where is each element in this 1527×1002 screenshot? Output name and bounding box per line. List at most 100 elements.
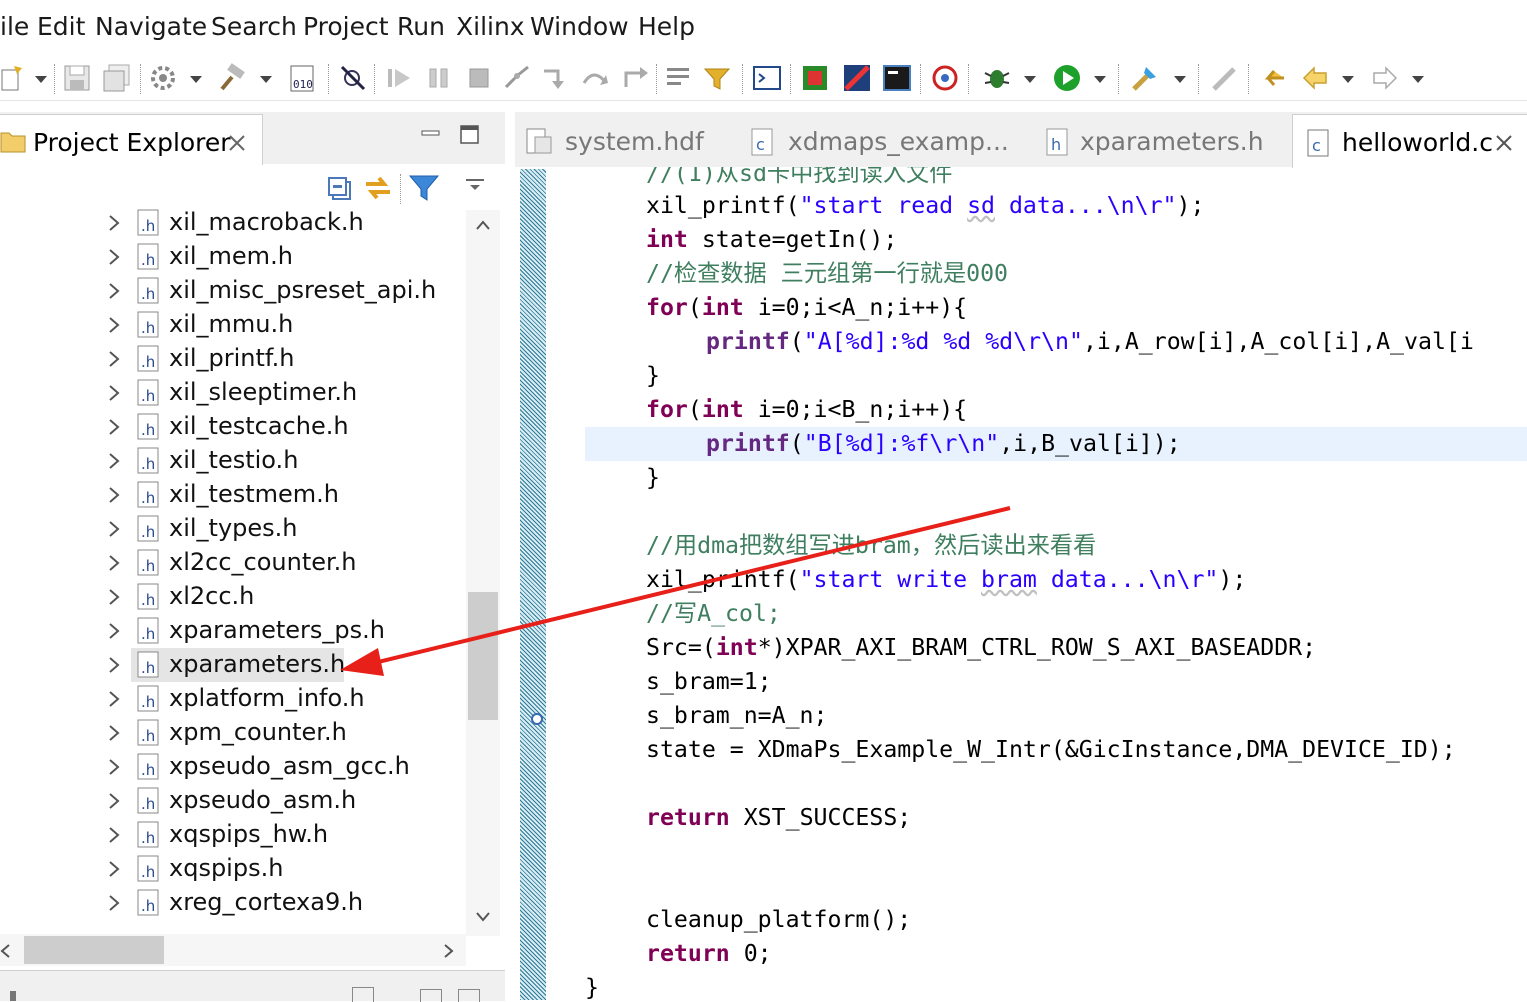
new-dropdown-icon[interactable] bbox=[35, 76, 47, 83]
build-settings-dropdown-icon[interactable] bbox=[190, 76, 202, 83]
pane-control-icon[interactable] bbox=[420, 989, 442, 1002]
step-into-icon[interactable] bbox=[540, 63, 570, 93]
scroll-right-icon[interactable] bbox=[444, 944, 454, 958]
scroll-left-icon[interactable] bbox=[0, 944, 10, 958]
run-dropdown-icon[interactable] bbox=[1094, 76, 1106, 83]
close-icon[interactable] bbox=[226, 132, 248, 154]
minimize-icon[interactable] bbox=[420, 126, 442, 140]
tree-item[interactable]: .h xqspips.h bbox=[0, 852, 470, 886]
tree-item[interactable]: .h xil_misc_psreset_api.h bbox=[0, 274, 470, 308]
skip-breakpoints-icon[interactable] bbox=[338, 63, 368, 93]
filter-icon[interactable] bbox=[408, 174, 440, 202]
disconnect-icon[interactable] bbox=[502, 63, 532, 93]
menu-edit[interactable]: Edit bbox=[37, 12, 85, 41]
tree-item[interactable]: .h xil_types.h bbox=[0, 512, 470, 546]
hscrollbar-thumb[interactable] bbox=[24, 936, 164, 964]
save-all-icon[interactable] bbox=[102, 63, 132, 93]
chevron-right-icon[interactable] bbox=[104, 280, 124, 302]
chevron-right-icon[interactable] bbox=[104, 722, 124, 744]
menu-xilinx[interactable]: Xilinx bbox=[456, 12, 525, 41]
menu-file[interactable]: ile bbox=[0, 12, 29, 41]
chevron-right-icon[interactable] bbox=[104, 756, 124, 778]
tree-item[interactable]: .h xreg_cortexa9.h bbox=[0, 886, 470, 920]
debug-icon[interactable] bbox=[982, 63, 1012, 93]
chevron-right-icon[interactable] bbox=[104, 518, 124, 540]
use-step-filters-icon[interactable] bbox=[702, 63, 732, 93]
back-dropdown-icon[interactable] bbox=[1342, 76, 1354, 83]
external-tools-dropdown-icon[interactable] bbox=[1174, 76, 1186, 83]
chevron-right-icon[interactable] bbox=[104, 620, 124, 642]
binary-icon[interactable]: 010 bbox=[288, 63, 318, 93]
view-menu-icon[interactable] bbox=[464, 178, 486, 192]
forward-dropdown-icon[interactable] bbox=[1412, 76, 1424, 83]
external-tools-icon[interactable] bbox=[1130, 63, 1160, 93]
tree-item[interactable]: .h xil_testcache.h bbox=[0, 410, 470, 444]
tree-item[interactable]: .h xplatform_info.h bbox=[0, 682, 470, 716]
scroll-up-icon[interactable] bbox=[476, 220, 490, 230]
tree-item[interactable]: .h xl2cc.h bbox=[0, 580, 470, 614]
menu-help[interactable]: Help bbox=[638, 12, 695, 41]
chevron-right-icon[interactable] bbox=[104, 824, 124, 846]
save-icon[interactable] bbox=[62, 63, 92, 93]
tree-item[interactable]: .h xil_macroback.h bbox=[0, 206, 470, 240]
tree-item[interactable]: .h xil_testmem.h bbox=[0, 478, 470, 512]
chevron-right-icon[interactable] bbox=[104, 790, 124, 812]
debug-dropdown-icon[interactable] bbox=[1024, 76, 1036, 83]
scrollbar-thumb[interactable] bbox=[468, 592, 498, 720]
chevron-right-icon[interactable] bbox=[104, 450, 124, 472]
chevron-right-icon[interactable] bbox=[104, 688, 124, 710]
tree-item[interactable]: .h xqspips_hw.h bbox=[0, 818, 470, 852]
tab-xparameters-h[interactable]: h xparameters.h bbox=[1045, 114, 1285, 167]
tree-item[interactable]: .h xpseudo_asm.h bbox=[0, 784, 470, 818]
tree-item[interactable]: .h xil_testio.h bbox=[0, 444, 470, 478]
chevron-right-icon[interactable] bbox=[104, 382, 124, 404]
tab-system-hdf[interactable]: system.hdf bbox=[515, 114, 720, 167]
chevron-right-icon[interactable] bbox=[104, 314, 124, 336]
build-icon[interactable] bbox=[216, 63, 246, 93]
launch-icon[interactable] bbox=[930, 63, 960, 93]
back-icon[interactable] bbox=[1300, 63, 1330, 93]
program-fpga-icon[interactable] bbox=[800, 63, 830, 93]
menu-navigate[interactable]: Navigate bbox=[95, 12, 207, 41]
link-with-editor-icon[interactable] bbox=[362, 172, 394, 204]
chevron-right-icon[interactable] bbox=[104, 892, 124, 914]
last-edit-icon[interactable] bbox=[1258, 63, 1288, 93]
tab-xdmaps-example[interactable]: c xdmaps_examp... bbox=[750, 114, 1010, 167]
terminal-icon[interactable] bbox=[882, 63, 912, 93]
tree-item[interactable]: .h xparameters_ps.h bbox=[0, 614, 470, 648]
vertical-scrollbar[interactable] bbox=[466, 210, 500, 936]
horizontal-scrollbar[interactable] bbox=[0, 934, 466, 966]
collapse-all-icon[interactable] bbox=[327, 176, 353, 202]
scroll-down-icon[interactable] bbox=[476, 912, 490, 922]
tree-item[interactable]: .h xil_mem.h bbox=[0, 240, 470, 274]
tree-item[interactable]: .h xil_printf.h bbox=[0, 342, 470, 376]
pane-control-icon[interactable] bbox=[458, 989, 480, 1002]
menu-project[interactable]: Project bbox=[303, 12, 389, 41]
chevron-right-icon[interactable] bbox=[104, 484, 124, 506]
step-return-icon[interactable] bbox=[620, 63, 650, 93]
new-icon[interactable] bbox=[0, 63, 30, 93]
tree-item[interactable]: .h xil_mmu.h bbox=[0, 308, 470, 342]
tree-item[interactable]: .h xl2cc_counter.h bbox=[0, 546, 470, 580]
step-over-icon[interactable] bbox=[580, 63, 610, 93]
build-settings-icon[interactable] bbox=[148, 63, 178, 93]
chevron-right-icon[interactable] bbox=[104, 586, 124, 608]
resume-icon[interactable] bbox=[384, 63, 414, 93]
tab-project-explorer[interactable]: Project Explorer bbox=[0, 114, 263, 165]
chevron-right-icon[interactable] bbox=[104, 552, 124, 574]
menu-window[interactable]: Window bbox=[530, 12, 629, 41]
tree-item[interactable]: .h xparameters.h bbox=[0, 648, 470, 682]
tree-item[interactable]: .h xpseudo_asm_gcc.h bbox=[0, 750, 470, 784]
code-area[interactable]: //(1)从sd卡中找到读入文件 xil_printf("start read … bbox=[515, 167, 1527, 1000]
close-icon[interactable] bbox=[1493, 132, 1515, 154]
tree-item[interactable]: .h xpm_counter.h bbox=[0, 716, 470, 750]
run-icon[interactable] bbox=[1052, 63, 1082, 93]
tab-helloworld-c[interactable]: c helloworld.c bbox=[1292, 114, 1527, 168]
xsct-console-icon[interactable] bbox=[752, 63, 782, 93]
menu-run[interactable]: Run bbox=[397, 12, 445, 41]
terminate-icon[interactable] bbox=[464, 63, 494, 93]
forward-icon[interactable] bbox=[1370, 63, 1400, 93]
chevron-right-icon[interactable] bbox=[104, 416, 124, 438]
chevron-right-icon[interactable] bbox=[104, 246, 124, 268]
maximize-icon[interactable] bbox=[459, 124, 481, 146]
